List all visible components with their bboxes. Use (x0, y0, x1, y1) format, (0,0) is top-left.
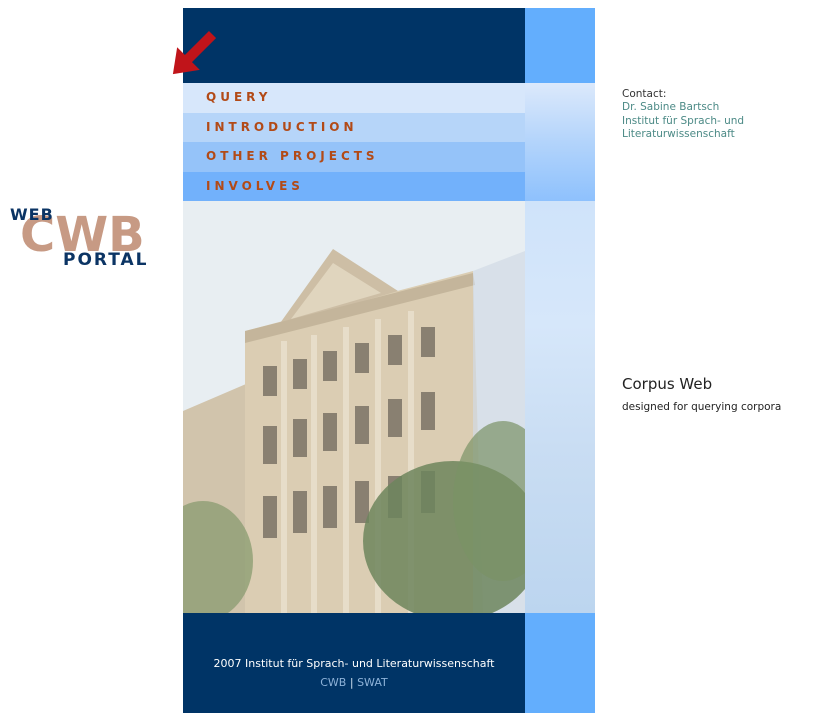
footer-link-swat[interactable]: SWAT (357, 676, 388, 689)
footer-separator: | (349, 676, 354, 689)
nav-item-introduction[interactable]: INTRODUCTION (183, 112, 525, 142)
side-nav-fade (525, 83, 595, 201)
footer-links: CWB | SWAT (183, 676, 525, 689)
contact-institute-line2[interactable]: Literaturwissenschaft (622, 128, 744, 141)
nav-item-other-projects[interactable]: OTHER PROJECTS (183, 142, 525, 172)
building-illustration (183, 201, 525, 613)
contact-institute-line1[interactable]: Institut für Sprach- und (622, 115, 744, 128)
side-accent-column (525, 8, 595, 713)
side-image-fade (525, 201, 595, 613)
contact-block: Contact: Dr. Sabine Bartsch Institut für… (622, 88, 744, 141)
contact-label: Contact: (622, 88, 667, 100)
cwb-web-portal-logo: CWB WEB PORTAL (8, 205, 178, 275)
logo-portal-text: PORTAL (63, 250, 149, 270)
nav-item-query[interactable]: QUERY (183, 83, 525, 113)
contact-name-link[interactable]: Dr. Sabine Bartsch (622, 101, 744, 114)
nav-item-involves[interactable]: INVOLVES (183, 171, 525, 201)
main-nav: QUERY INTRODUCTION OTHER PROJECTS INVOLV… (183, 83, 525, 201)
footer: 2007 Institut für Sprach- und Literaturw… (183, 613, 525, 713)
intro-subtitle: designed for querying corpora (622, 401, 782, 413)
red-arrow-icon (172, 30, 216, 75)
footer-copyright: 2007 Institut für Sprach- und Literaturw… (213, 657, 495, 670)
logo-web-text: WEB (10, 205, 54, 224)
main-column: QUERY INTRODUCTION OTHER PROJECTS INVOLV… (183, 8, 525, 713)
header-banner (183, 8, 525, 83)
footer-link-cwb[interactable]: CWB (320, 676, 346, 689)
building-photo: home (183, 201, 525, 613)
intro-title: Corpus Web (622, 375, 713, 393)
